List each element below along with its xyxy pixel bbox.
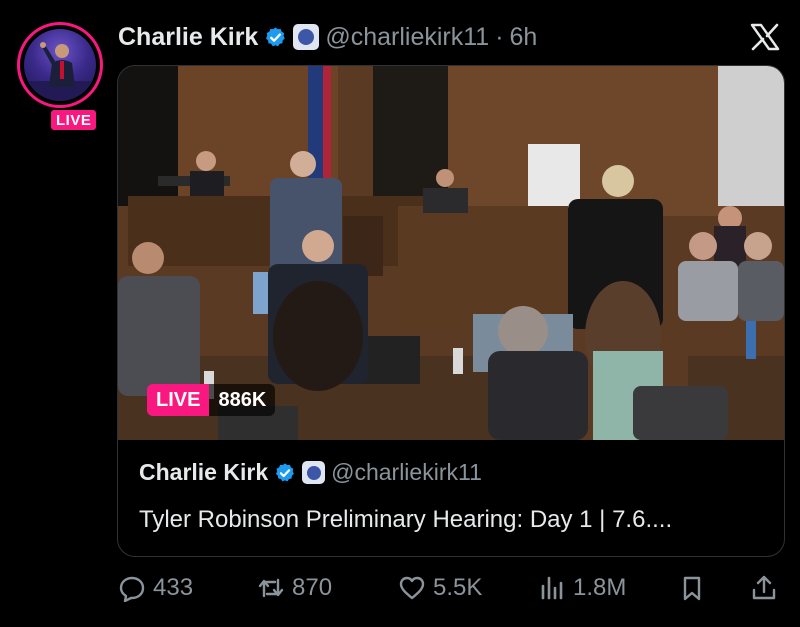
avatar-person-icon [24,42,96,101]
viewer-count: 886K [209,384,276,416]
broadcast-author: Charlie Kirk @charliekirk11 [139,459,482,486]
reply-icon [119,576,145,602]
avatar-image [24,29,96,101]
tweet-header: Charlie Kirk @charliekirk11 · 6h [118,22,537,52]
views-icon [541,576,563,600]
action-bar: 433 870 5.5K 1.8M [118,570,786,606]
repost-count: 870 [292,574,333,601]
reply-count: 433 [153,574,194,601]
share-button[interactable] [750,570,778,606]
affiliate-badge-icon [302,461,326,484]
broadcast-title[interactable]: Tyler Robinson Preliminary Hearing: Day … [139,506,672,534]
author-avatar[interactable]: LIVE [17,22,103,132]
like-icon [399,576,425,600]
broadcast-author-name[interactable]: Charlie Kirk [139,459,268,486]
verified-icon [276,462,295,481]
views-button[interactable]: 1.8M [538,570,626,606]
live-viewers-pill: LIVE 886K [147,384,276,416]
bookmark-icon [683,576,701,601]
repost-icon [258,578,284,598]
bookmark-button[interactable] [678,570,706,606]
live-label: LIVE [147,384,210,416]
affiliate-badge-icon[interactable] [293,24,320,50]
reply-button[interactable]: 433 [118,570,193,606]
x-logo-icon[interactable] [750,22,780,52]
verified-icon [266,26,286,46]
view-count: 1.8M [573,574,627,601]
live-badge: LIVE [49,108,99,132]
like-count: 5.5K [433,574,483,601]
like-button[interactable]: 5.5K [398,570,482,606]
separator-dot: · [495,22,504,51]
share-icon [752,575,776,600]
broadcast-card[interactable]: LIVE 886K Charlie Kirk @charliekirk11 Ty… [117,65,785,557]
repost-button[interactable]: 870 [257,570,332,606]
author-handle[interactable]: @charliekirk11 [325,23,489,52]
post-time[interactable]: 6h [510,23,538,52]
broadcast-author-handle[interactable]: @charliekirk11 [331,459,482,486]
author-name[interactable]: Charlie Kirk [118,23,258,52]
